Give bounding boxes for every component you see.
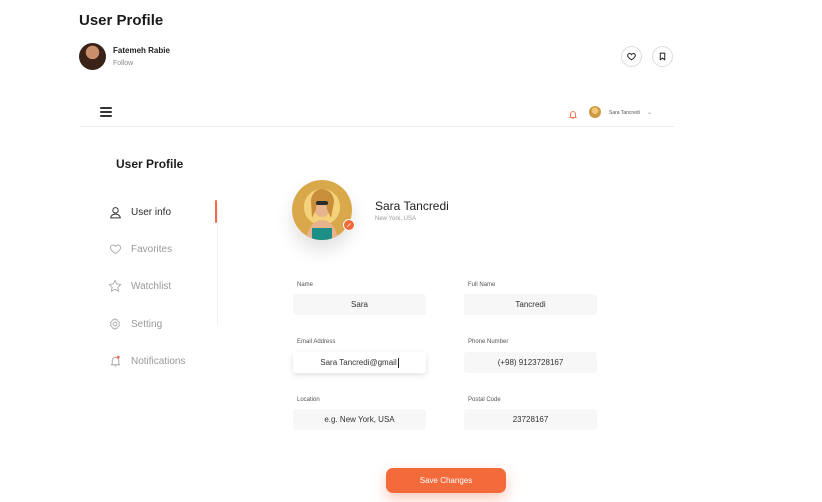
phone-label: Phone Number: [468, 339, 509, 345]
name-label: Name: [297, 282, 314, 288]
active-indicator: [215, 200, 217, 223]
phone-field[interactable]: (+98) 9123728167: [464, 352, 597, 373]
full-name-field[interactable]: Tancredi: [464, 294, 597, 315]
bell-icon: [108, 354, 122, 368]
sidebar-item-favorites[interactable]: Favorites: [108, 240, 172, 258]
bookmark-button[interactable]: [652, 46, 673, 67]
edit-avatar-button[interactable]: [343, 219, 355, 231]
chevron-down-icon[interactable]: ⌄: [647, 109, 652, 116]
sidebar-title: User Profile: [116, 157, 184, 171]
author-text: Fatemeh Rabie Follow: [113, 46, 170, 67]
sidebar-item-setting[interactable]: Setting: [108, 315, 162, 333]
location-label: Location: [297, 397, 320, 403]
shot-title: User Profile: [79, 12, 164, 29]
profile-name: Sara Tancredi: [375, 199, 449, 213]
follow-link[interactable]: Follow: [113, 60, 170, 67]
email-field[interactable]: Sara Tancredi@gmail: [293, 352, 426, 373]
user-icon: [108, 205, 122, 219]
pencil-icon: [347, 223, 351, 227]
sidebar-item-label: Favorites: [131, 243, 173, 255]
full-name-label: Full Name: [468, 282, 496, 288]
user-avatar[interactable]: [589, 106, 601, 118]
heart-icon: [627, 53, 636, 61]
user-name[interactable]: Sara Tancredi: [609, 110, 640, 116]
sidebar-item-user-info[interactable]: User info: [108, 203, 171, 221]
app-topbar: Sara Tancredi ⌄: [80, 98, 674, 127]
sidebar-item-notifications[interactable]: Notifications: [108, 352, 185, 370]
menu-icon[interactable]: [100, 107, 112, 117]
author-name[interactable]: Fatemeh Rabie: [113, 46, 170, 55]
sidebar-item-label: Notifications: [131, 355, 186, 367]
postal-code-label: Postal Code: [468, 397, 501, 403]
bookmark-icon: [659, 52, 666, 61]
name-field[interactable]: Sara: [293, 294, 426, 315]
sidebar-item-label: Watchlist: [131, 280, 172, 292]
location-field[interactable]: e.g. New York, USA: [293, 409, 426, 430]
save-changes-button[interactable]: Save Changes: [386, 468, 506, 493]
profile-avatar[interactable]: [292, 180, 352, 240]
notification-bell-icon[interactable]: [568, 107, 578, 125]
postal-code-field[interactable]: 23728167: [464, 409, 597, 430]
author-block: Fatemeh Rabie Follow: [79, 43, 170, 70]
email-label: Email Address: [297, 339, 336, 345]
profile-location: New York, USA: [375, 216, 417, 222]
sidebar-item-watchlist[interactable]: Watchlist: [108, 277, 171, 295]
like-button[interactable]: [621, 46, 642, 67]
author-avatar[interactable]: [79, 43, 106, 70]
email-value: Sara Tancredi@gmail: [320, 358, 397, 367]
sidebar-item-label: Setting: [131, 318, 163, 330]
page: User Profile Fatemeh Rabie Follow Sara T…: [0, 0, 822, 502]
sidebar-item-label: User info: [131, 206, 172, 218]
heart-icon: [108, 242, 122, 256]
gear-icon: [108, 317, 122, 331]
sidebar-menu: User info Favorites Watchlist Setting No…: [108, 203, 218, 367]
profile-photo: [306, 189, 338, 240]
star-icon: [108, 279, 122, 293]
text-caret: [397, 357, 399, 368]
